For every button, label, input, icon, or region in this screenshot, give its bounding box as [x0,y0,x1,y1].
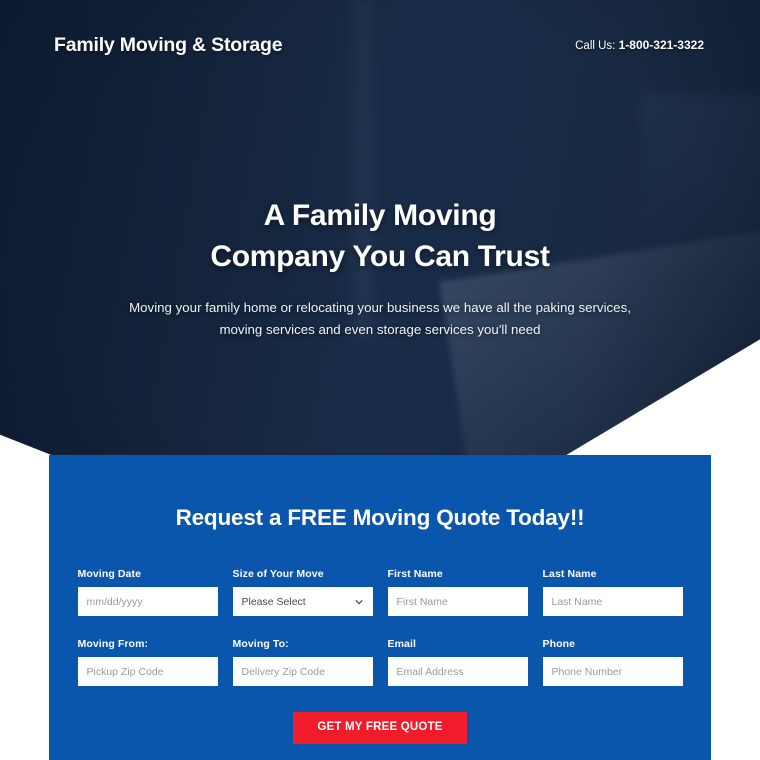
hero-subtitle: Moving your family home or relocating yo… [0,297,760,341]
field-email: Email [387,638,528,686]
moving-date-input[interactable] [77,587,218,616]
site-header: Family Moving & Storage Call Us: 1-800-3… [0,0,760,90]
label-moving-to: Moving To: [232,638,289,650]
hero-title-line-1: A Family Moving [263,199,497,232]
hero-subtitle-line-2: moving services and even storage service… [219,321,541,337]
size-of-move-selected-value: Please Select [232,587,373,616]
label-first-name: First Name [387,568,443,580]
field-size-of-move: Size of Your Move Please Select [232,568,373,616]
hero-title-line-2: Company You Can Trust [210,239,550,273]
label-phone: Phone [542,638,576,650]
quote-form-grid: Moving Date Size of Your Move Please Sel… [77,568,683,686]
hero-copy: A Family Moving Company You Can Trust Mo… [0,196,760,341]
label-moving-from: Moving From: [77,638,149,650]
size-of-move-select[interactable]: Please Select [232,587,373,616]
phone-number-link[interactable]: 1-800-321-3322 [619,38,704,52]
label-size-of-move: Size of Your Move [232,568,324,580]
last-name-input[interactable] [542,587,683,616]
hero-subtitle-line-1: Moving your family home or relocating yo… [129,300,631,315]
first-name-input[interactable] [387,587,528,616]
landing-page: Family Moving & Storage Call Us: 1-800-3… [0,0,760,760]
field-moving-from: Moving From: [77,638,218,686]
moving-from-zip-input[interactable] [77,657,218,686]
call-us-block: Call Us: 1-800-321-3322 [575,38,704,52]
page-title: A Family Moving Company You Can Trust [0,196,760,277]
field-phone: Phone [542,638,683,686]
field-first-name: First Name [387,568,528,616]
get-free-quote-button[interactable]: GET MY FREE QUOTE [293,712,467,744]
label-email: Email [387,638,417,650]
email-field[interactable] [387,657,528,686]
field-last-name: Last Name [542,568,683,616]
cta-row: GET MY FREE QUOTE [77,712,683,744]
moving-to-zip-input[interactable] [232,657,373,686]
quote-form-panel: Request a FREE Moving Quote Today!! Movi… [49,455,711,760]
label-moving-date: Moving Date [77,568,142,580]
label-last-name: Last Name [542,568,597,580]
field-moving-date: Moving Date [77,568,218,616]
form-heading: Request a FREE Moving Quote Today!! [175,505,585,530]
call-us-label: Call Us: [575,40,616,52]
brand-logo-text[interactable]: Family Moving & Storage [54,34,283,57]
phone-field[interactable] [542,657,683,686]
field-moving-to: Moving To: [232,638,373,686]
